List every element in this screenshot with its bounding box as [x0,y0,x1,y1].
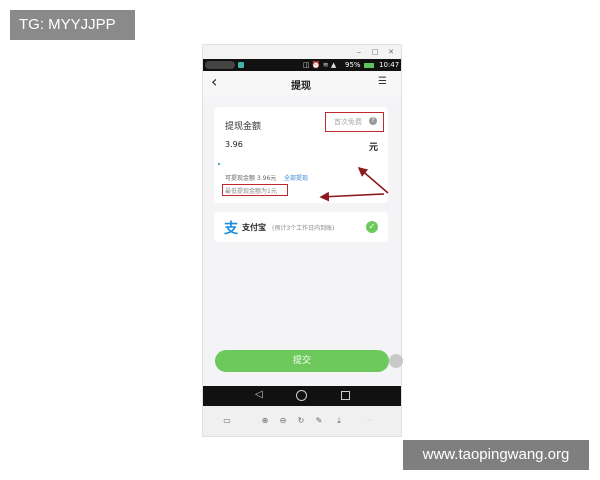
watermark: www.taopingwang.org [403,440,589,470]
arrow-to-minimum [319,191,385,202]
arrow-to-fee [357,166,389,194]
annotation-arrows [319,166,389,202]
